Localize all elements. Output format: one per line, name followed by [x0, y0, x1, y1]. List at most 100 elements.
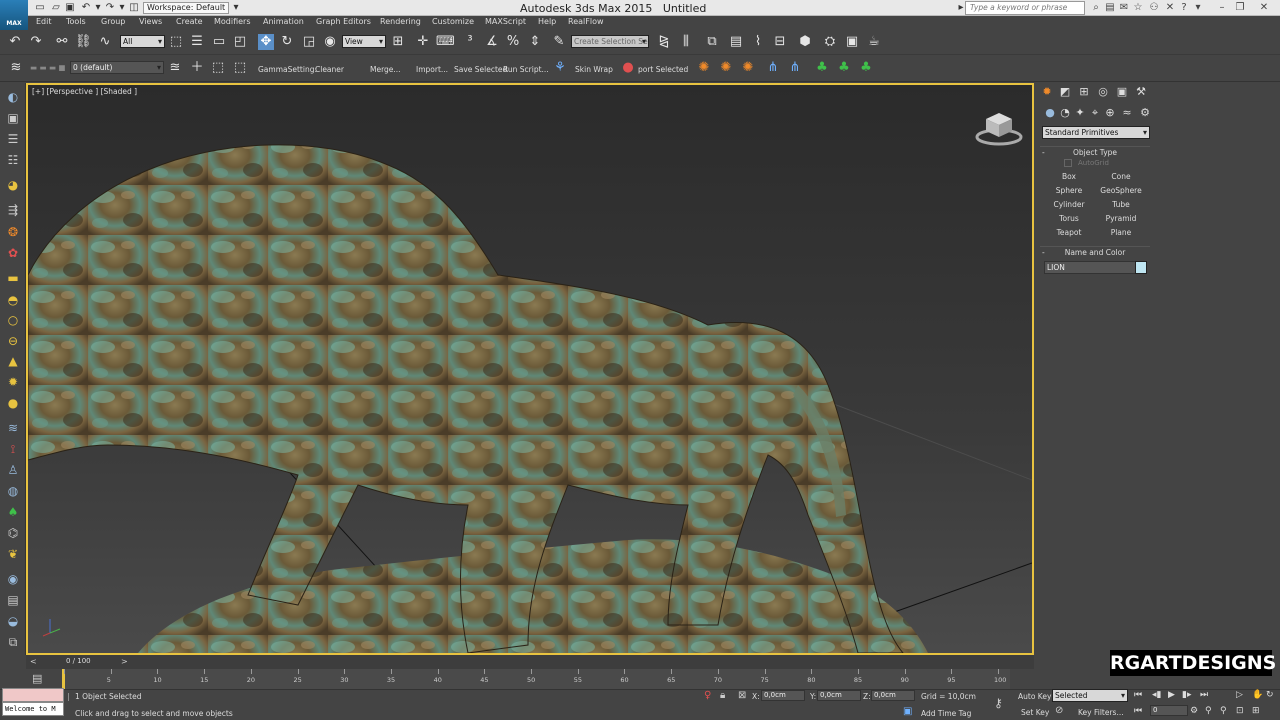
menu-group[interactable]: Group [101, 17, 125, 26]
x-coordinate-input[interactable]: 0,0cm [761, 690, 805, 701]
search-input[interactable]: Type a keyword or phrase [965, 1, 1085, 15]
current-frame-input[interactable]: 0 [1150, 705, 1188, 716]
menu-help[interactable]: Help [538, 17, 556, 26]
current-layer-dropdown[interactable]: 0 (default) [70, 61, 164, 74]
save-selected-button[interactable]: Save Selected [454, 65, 507, 74]
render-production-icon[interactable]: ☕ [866, 34, 882, 50]
zoom-extents-icon[interactable]: ⊡ [1236, 706, 1244, 716]
maxscript-listener-output[interactable] [2, 688, 64, 702]
key-filter-icon[interactable]: ⊘ [1055, 705, 1063, 716]
menu-rendering[interactable]: Rendering [380, 17, 421, 26]
key-mode-toggle-icon[interactable]: ⏮ [1134, 706, 1142, 716]
skin-wrap-button[interactable]: Skin Wrap [575, 65, 613, 74]
object-color-swatch[interactable] [1135, 261, 1147, 274]
time-slider-prev-icon[interactable]: < [30, 657, 37, 666]
redo-icon[interactable]: ↷ [104, 2, 116, 14]
menu-create[interactable]: Create [176, 17, 203, 26]
angle-snap-icon[interactable]: ∡ [484, 34, 500, 50]
maxscript-listener-input[interactable]: Welcome to M [2, 702, 64, 716]
go-to-end-icon[interactable]: ⏭ [1200, 690, 1208, 700]
select-and-place-icon[interactable]: ◉ [322, 34, 338, 50]
time-slider[interactable]: < 0 / 100 > [26, 655, 1034, 669]
select-manipulate-icon[interactable]: ✛ [415, 34, 431, 50]
box-button[interactable]: Box [1046, 171, 1092, 182]
cylinder-primitive-icon[interactable]: ● [5, 395, 21, 411]
object-category-dropdown[interactable]: Standard Primitives [1042, 126, 1150, 139]
menu-graph-editors[interactable]: Graph Editors [316, 17, 371, 26]
mini-curve-editor-icon[interactable]: ▤ [32, 672, 42, 685]
pan-view-icon[interactable]: ✋ [1252, 690, 1263, 700]
box-primitive-icon[interactable]: ▬ [5, 270, 21, 286]
favorites-icon[interactable]: ☆ [1132, 2, 1144, 14]
orbit-icon[interactable]: ↻ [1266, 690, 1274, 700]
create-new-layer-icon[interactable]: ≊ [167, 60, 183, 76]
object-list-icon[interactable]: ☰ [5, 131, 21, 147]
zoom-extents-all-icon[interactable]: ⊞ [1252, 706, 1260, 716]
teapot-button[interactable]: Teapot [1046, 227, 1092, 238]
geometry-icon[interactable]: ● [1043, 106, 1057, 120]
undo-dropdown-icon[interactable]: ▾ [92, 2, 104, 14]
wave-modifier-icon[interactable]: ≋ [5, 420, 21, 436]
modify-tab-icon[interactable]: ◩ [1058, 85, 1072, 99]
tree-icon[interactable]: ♠ [5, 504, 21, 520]
tube-primitive-icon[interactable]: ⊖ [5, 333, 21, 349]
keyboard-shortcut-override-icon[interactable]: ⌨ [436, 34, 455, 50]
display-tab-icon[interactable]: ▣ [1115, 85, 1129, 99]
particle-icon[interactable]: ❂ [5, 224, 21, 240]
hierarchy-2-icon[interactable]: ⋔ [787, 60, 803, 76]
particle-flow-icon[interactable]: ✺ [696, 60, 712, 76]
space-warps-icon[interactable]: ≈ [1120, 106, 1134, 120]
menu-views[interactable]: Views [139, 17, 162, 26]
zoom-icon[interactable]: ⚲ [1205, 706, 1212, 716]
menu-animation[interactable]: Animation [263, 17, 304, 26]
name-and-color-rollout-header[interactable]: - Name and Color [1040, 246, 1150, 257]
select-by-name-icon[interactable]: ☰ [189, 34, 205, 50]
cameras-icon[interactable]: ⌖ [1088, 106, 1102, 120]
scene-states-icon[interactable]: ▤ [5, 592, 21, 608]
absolute-mode-icon[interactable]: ⊠ [738, 690, 746, 701]
run-script-button[interactable]: Run Script... [503, 65, 549, 74]
redo-icon[interactable]: ↷ [28, 34, 44, 50]
render-setup-icon[interactable]: ⛭ [822, 34, 838, 50]
forest-icon[interactable]: ♣ [814, 60, 830, 76]
dome-primitive-icon[interactable]: ◓ [5, 292, 21, 308]
communication-icon[interactable]: ✉ [1118, 2, 1130, 14]
menu-customize[interactable]: Customize [432, 17, 474, 26]
merge-button[interactable]: Merge... [370, 65, 401, 74]
selection-lock-icon[interactable]: 🔒︎ [720, 690, 725, 701]
layer-visibility-icons[interactable]: ▬ ▬ ▬ ■ [30, 63, 66, 72]
add-time-tag-button[interactable]: Add Time Tag [921, 709, 971, 718]
align-icon[interactable]: ⫼ [678, 34, 694, 50]
forest-3-icon[interactable]: ♣ [858, 60, 874, 76]
undo-icon[interactable]: ↶ [80, 2, 92, 14]
subscription-icon[interactable]: ▤ [1104, 2, 1116, 14]
undo-icon[interactable]: ↶ [7, 34, 23, 50]
pattern-icon[interactable]: ⌬ [5, 525, 21, 541]
track-bar[interactable]: 5 10 15 20 25 30 35 40 45 50 55 60 65 70 75 80 85 90 95 100 [62, 669, 1010, 689]
open-file-icon[interactable]: ▱ [50, 2, 62, 14]
key-icon[interactable]: ⚷ [994, 696, 1003, 710]
previous-frame-icon[interactable]: ◂▮ [1152, 690, 1161, 700]
unlink-icon[interactable]: ⛓ [75, 34, 92, 50]
new-file-icon[interactable]: ▭ [34, 2, 46, 14]
material-editor-icon[interactable]: ⬢ [797, 34, 813, 50]
cone-primitive-icon[interactable]: ▲ [5, 353, 21, 369]
save-file-icon[interactable]: ▣ [64, 2, 76, 14]
list-2-icon[interactable]: ☷ [5, 152, 21, 168]
transform-icon[interactable]: ⇶ [5, 202, 21, 218]
dynamics-icon[interactable]: ✿ [5, 245, 21, 261]
rendered-frame-window-icon[interactable]: ▣ [844, 34, 860, 50]
percent-snap-icon[interactable]: % [505, 34, 521, 50]
viewcube[interactable] [974, 107, 1024, 147]
isolate-selection-icon[interactable]: ♀ [704, 690, 711, 701]
teapot-icon[interactable]: ◒ [5, 613, 21, 629]
named-selection-sets-dropdown[interactable]: Create Selection Se [571, 35, 649, 48]
viewport-label-menu[interactable]: [+] [Perspective ] [Shaded ] [32, 87, 137, 96]
layer-tool-icon[interactable]: ⧉ [5, 634, 21, 650]
pivot-center-icon[interactable]: ⊞ [390, 34, 406, 50]
helpers-icon[interactable]: ⊕ [1103, 106, 1117, 120]
toggle-ribbon-icon[interactable]: ▤ [728, 34, 744, 50]
export-selected-button[interactable]: port Selected [638, 65, 688, 74]
select-and-scale-icon[interactable]: ◲ [301, 34, 317, 50]
gamma-setting-button[interactable]: GammaSetting: [258, 65, 317, 74]
